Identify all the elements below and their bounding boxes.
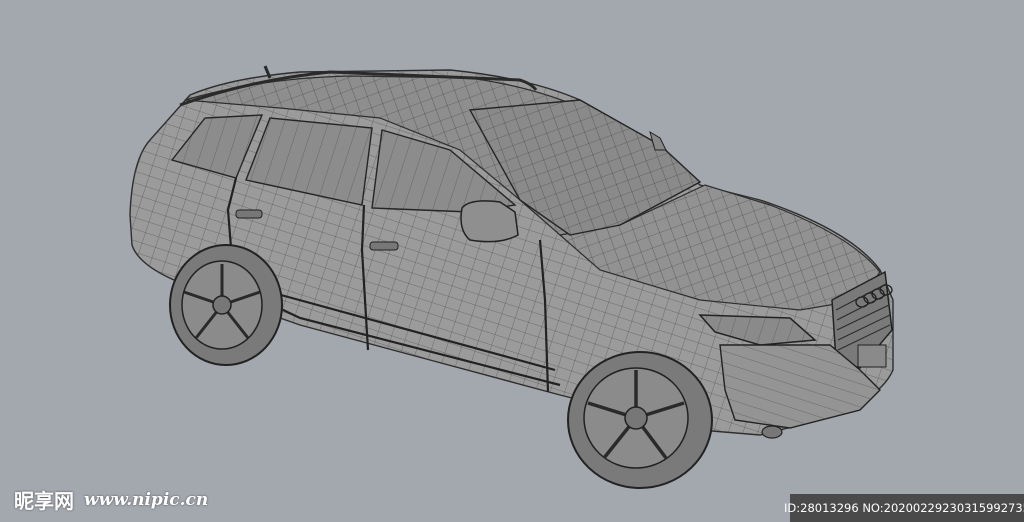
car-wireframe-render <box>129 65 894 489</box>
front-door-handle <box>369 241 399 251</box>
rear-door-handle <box>235 209 263 219</box>
fog-light <box>761 425 783 439</box>
watermark: 昵享网 www.nipic.cn <box>14 485 208 514</box>
image-id-text: ID:28013296 NO:20200229230315992735 <box>784 501 1024 515</box>
watermark-brand: 昵享网 <box>14 489 74 513</box>
front-wheel <box>567 351 713 489</box>
image-id-bar: ID:28013296 NO:20200229230315992735 <box>784 494 1024 522</box>
watermark-url: www.nipic.cn <box>84 489 209 510</box>
rear-wheel <box>169 244 283 366</box>
license-plate <box>857 344 887 368</box>
